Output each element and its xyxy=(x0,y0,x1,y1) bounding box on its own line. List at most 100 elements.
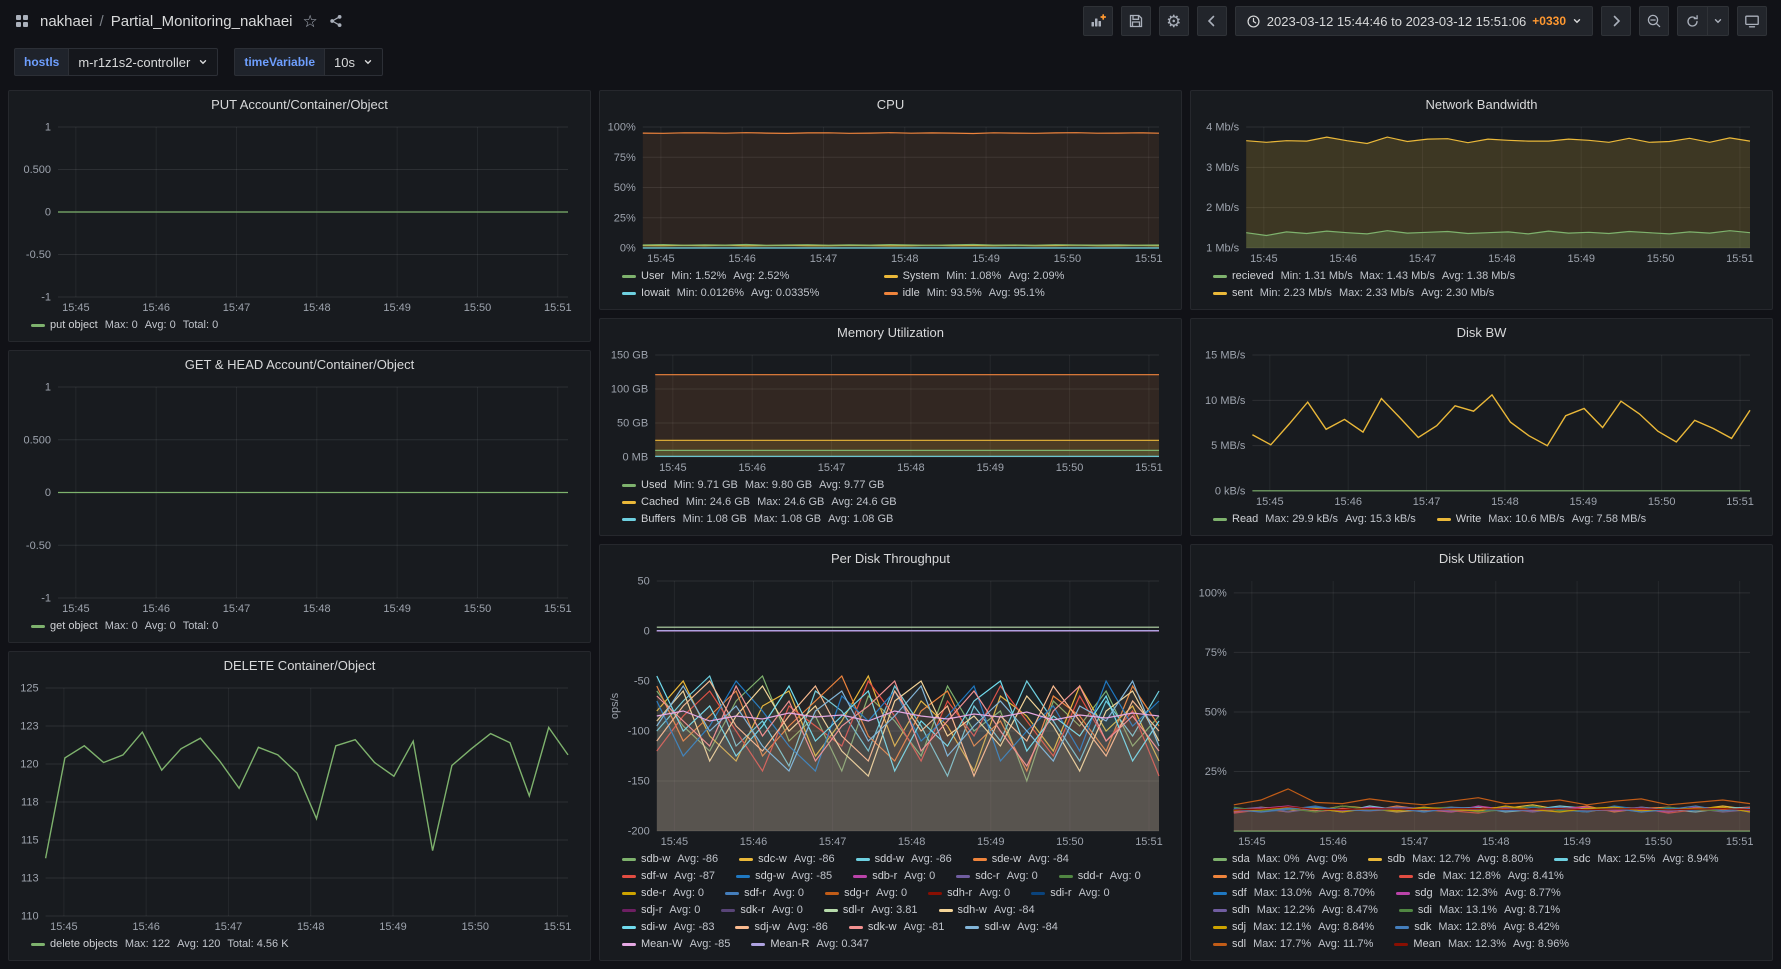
legend-item-sdi-r[interactable]: sdi-rAvg: 0 xyxy=(1031,886,1116,901)
legend-item-sde-w[interactable]: sde-wAvg: -84 xyxy=(973,852,1076,867)
legend-item-sde-r[interactable]: sde-rAvg: 0 xyxy=(622,886,711,901)
legend-item-sdi[interactable]: sdiMax: 13.1%Avg: 8.71% xyxy=(1399,903,1567,918)
chart-disk-utilization[interactable]: 100%75%50%25%15:4515:4615:4715:4815:4915… xyxy=(1199,573,1762,849)
time-shift-forward-button[interactable] xyxy=(1601,6,1631,36)
refresh-interval-dropdown[interactable] xyxy=(1707,6,1729,36)
chart-disk-bw[interactable]: 15 MB/s10 MB/s5 MB/s0 kB/s15:4515:4615:4… xyxy=(1199,347,1762,509)
legend-item-iowait[interactable]: IowaitMin: 0.0126%Avg: 0.0335% xyxy=(622,286,873,301)
series-line-write[interactable] xyxy=(1252,395,1750,446)
panel-body: 100%75%50%25%15:4515:4615:4715:4815:4915… xyxy=(1191,573,1772,960)
legend-item-sdj-r[interactable]: sdj-rAvg: 0 xyxy=(622,903,707,918)
legend-item-sdi-w[interactable]: sdi-wAvg: -83 xyxy=(622,920,721,935)
legend-item-sdb[interactable]: sdbMax: 12.7%Avg: 8.80% xyxy=(1368,852,1540,867)
legend-item-recieved[interactable]: recievedMin: 1.31 Mb/sMax: 1.43 Mb/sAvg:… xyxy=(1213,269,1758,284)
legend-item-sdk[interactable]: sdkMax: 12.8%Avg: 8.42% xyxy=(1395,920,1566,935)
legend-item-read[interactable]: ReadMax: 29.9 kB/sAvg: 15.3 kB/s xyxy=(1213,512,1423,527)
legend-item-sdg[interactable]: sdgMax: 12.3%Avg: 8.77% xyxy=(1396,886,1568,901)
legend-stat: Avg: 2.30 Mb/s xyxy=(1421,286,1494,301)
share-icon[interactable] xyxy=(328,13,344,29)
legend-item-idle[interactable]: idleMin: 93.5%Avg: 95.1% xyxy=(884,286,1135,301)
chart-delete[interactable]: 12512312011811511311015:4515:4615:4715:4… xyxy=(17,680,580,934)
panel-title-memory[interactable]: Memory Utilization xyxy=(600,319,1181,347)
breadcrumb-dashboard[interactable]: Partial_Monitoring_nakhaei xyxy=(111,13,293,30)
legend-item-sent[interactable]: sentMin: 2.23 Mb/sMax: 2.33 Mb/sAvg: 2.3… xyxy=(1213,286,1758,301)
legend-item-sdk-r[interactable]: sdk-rAvg: 0 xyxy=(721,903,809,918)
legend-item-delete-objects[interactable]: delete objectsMax: 122Avg: 120Total: 4.5… xyxy=(31,937,296,952)
legend-item-sdg-w[interactable]: sdg-wAvg: -85 xyxy=(736,869,839,884)
legend-item-sdh-w[interactable]: sdh-w Avg: -84 xyxy=(939,903,1042,918)
panel-title-put[interactable]: PUT Account/Container/Object xyxy=(9,91,590,119)
legend-item-sdd-w[interactable]: sdd-wAvg: -86 xyxy=(856,852,959,867)
chart-put[interactable]: 10.5000-0.50-115:4515:4615:4715:4815:491… xyxy=(17,119,580,315)
dashboard-settings-button[interactable]: ⚙ xyxy=(1159,6,1189,36)
legend-item-sdf[interactable]: sdfMax: 13.0%Avg: 8.70% xyxy=(1213,886,1382,901)
legend-item-sdk-w[interactable]: sdk-wAvg: -81 xyxy=(849,920,952,935)
legend-item-sdd-r[interactable]: sdd-rAvg: 0 xyxy=(1059,869,1148,884)
legend-item-sda[interactable]: sdaMax: 0%Avg: 0% xyxy=(1213,852,1354,867)
series-line-user[interactable] xyxy=(643,245,1159,246)
legend-series-name: sdh-w xyxy=(958,903,987,918)
add-panel-button[interactable] xyxy=(1083,6,1113,36)
panel-title-cpu[interactable]: CPU xyxy=(600,91,1181,119)
panel-title-disk-utilization[interactable]: Disk Utilization xyxy=(1191,545,1772,573)
save-dashboard-button[interactable] xyxy=(1121,6,1151,36)
panel-title-disk-bw[interactable]: Disk BW xyxy=(1191,319,1772,347)
series-line-delete-objects[interactable] xyxy=(46,728,568,859)
star-icon[interactable]: ☆ xyxy=(303,13,318,30)
breadcrumb-org[interactable]: nakhaei xyxy=(40,13,93,30)
x-tick-label: 15:51 xyxy=(1726,253,1754,265)
legend-item-sdh-r[interactable]: sdh-rAvg: 0 xyxy=(928,886,1017,901)
y-tick-label: 10 MB/s xyxy=(1205,395,1246,407)
time-range-picker[interactable]: 2023-03-12 15:44:46 to 2023-03-12 15:51:… xyxy=(1235,6,1593,36)
legend-item-sdc[interactable]: sdcMax: 12.5%Avg: 8.94% xyxy=(1554,852,1725,867)
zoom-out-time-button[interactable] xyxy=(1639,6,1669,36)
legend-item-sdh[interactable]: sdhMax: 12.2%Avg: 8.47% xyxy=(1213,903,1385,918)
legend-item-sdb-w[interactable]: sdb-wAvg: -86 xyxy=(622,852,725,867)
legend-item-write[interactable]: WriteMax: 10.6 MB/sAvg: 7.58 MB/s xyxy=(1437,512,1653,527)
legend-item-sdf-r[interactable]: sdf-rAvg: 0 xyxy=(725,886,811,901)
legend-item-mean[interactable]: MeanMax: 12.3%Avg: 8.96% xyxy=(1394,937,1576,952)
refresh-button[interactable] xyxy=(1677,6,1707,36)
legend-item-get-object[interactable]: get objectMax: 0Avg: 0Total: 0 xyxy=(31,619,225,634)
legend-item-used[interactable]: UsedMin: 9.71 GBMax: 9.80 GBAvg: 9.77 GB xyxy=(622,478,1167,493)
legend-series-name: Read xyxy=(1232,512,1258,527)
legend-item-sdc-w[interactable]: sdc-wAvg: -86 xyxy=(739,852,842,867)
legend-item-system[interactable]: SystemMin: 1.08%Avg: 2.09% xyxy=(884,269,1135,284)
legend-item-cached[interactable]: CachedMin: 24.6 GBMax: 24.6 GBAvg: 24.6 … xyxy=(622,495,1167,510)
panel-title-get[interactable]: GET & HEAD Account/Container/Object xyxy=(9,351,590,379)
legend-item-buffers[interactable]: BuffersMin: 1.08 GBMax: 1.08 GBAvg: 1.08… xyxy=(622,512,1167,527)
legend-item-sdf-w[interactable]: sdf-wAvg: -87 xyxy=(622,869,722,884)
panel-title-network-bandwidth[interactable]: Network Bandwidth xyxy=(1191,91,1772,119)
chart-network-bandwidth[interactable]: 4 Mb/s3 Mb/s2 Mb/s1 Mb/s15:4515:4615:471… xyxy=(1199,119,1762,266)
legend-item-sdl[interactable]: sdlMax: 17.7%Avg: 11.7% xyxy=(1213,937,1380,952)
legend-item-sdj-w[interactable]: sdj-wAvg: -86 xyxy=(735,920,834,935)
legend-series-name: sdg-r xyxy=(844,886,869,901)
y-tick-label: 50 xyxy=(638,576,650,588)
legend-item-user[interactable]: UserMin: 1.52%Avg: 2.52% xyxy=(622,269,873,284)
legend-item-sdg-r[interactable]: sdg-rAvg: 0 xyxy=(825,886,914,901)
legend-item-put-object[interactable]: put objectMax: 0Avg: 0Total: 0 xyxy=(31,318,225,333)
series-line-idle[interactable] xyxy=(643,133,1159,134)
apps-grid-icon[interactable] xyxy=(14,13,30,29)
legend-item-sdd[interactable]: sddMax: 12.7%Avg: 8.83% xyxy=(1213,869,1385,884)
legend-item-sdb-r[interactable]: sdb-rAvg: 0 xyxy=(853,869,942,884)
chart-per-disk-throughput[interactable]: 500-50-100-150-20015:4515:4615:4715:4815… xyxy=(608,573,1171,849)
cycle-view-mode-button[interactable] xyxy=(1737,6,1767,36)
clock-icon xyxy=(1246,14,1261,29)
legend-item-sdl-w[interactable]: sdl-wAvg: -84 xyxy=(965,920,1064,935)
legend-item-mean-r[interactable]: Mean-RAvg: 0.347 xyxy=(751,937,876,952)
legend-item-sde[interactable]: sdeMax: 12.8%Avg: 8.41% xyxy=(1399,869,1571,884)
time-shift-back-button[interactable] xyxy=(1197,6,1227,36)
panel-title-delete[interactable]: DELETE Container/Object xyxy=(9,652,590,680)
variable-timevariable-select[interactable]: 10s xyxy=(324,48,383,76)
variable-hostls-select[interactable]: m-r1z1s2-controller xyxy=(68,48,218,76)
chart-cpu[interactable]: 100%75%50%25%0%15:4515:4615:4715:4815:49… xyxy=(608,119,1171,266)
chart-memory[interactable]: 150 GB100 GB50 GB0 MB15:4515:4615:4715:4… xyxy=(608,347,1171,475)
legend-item-sdl-r[interactable]: sdl-rAvg: 3.81 xyxy=(824,903,925,918)
legend-item-sdc-r[interactable]: sdc-rAvg: 0 xyxy=(956,869,1044,884)
legend-item-mean-w[interactable]: Mean-WAvg: -85 xyxy=(622,937,737,952)
panel-title-per-disk-throughput[interactable]: Per Disk Throughput xyxy=(600,545,1181,573)
legend-item-sdj[interactable]: sdjMax: 12.1%Avg: 8.84% xyxy=(1213,920,1381,935)
chart-get[interactable]: 10.5000-0.50-115:4515:4615:4715:4815:491… xyxy=(17,379,580,616)
legend-stat: Avg: -84 xyxy=(994,903,1035,918)
